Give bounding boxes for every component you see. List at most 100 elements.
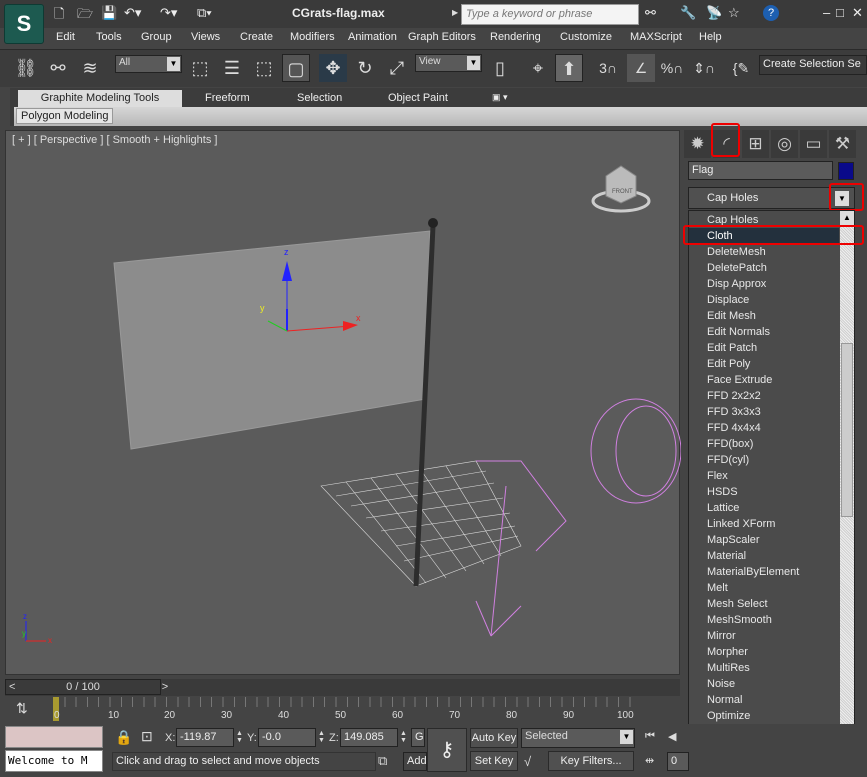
favorites-star-icon[interactable]: ☆ — [728, 5, 740, 21]
select-and-move-icon[interactable]: ✥ — [319, 54, 347, 82]
menu-customize[interactable]: Customize — [560, 31, 612, 43]
object-name-field[interactable]: Flag — [688, 161, 833, 180]
open-file-icon[interactable]: 🗁 — [77, 5, 93, 27]
modifier-item[interactable]: Edit Poly — [707, 356, 750, 372]
list-scrollbar[interactable]: ▲ ▼ — [840, 211, 854, 772]
modifier-list[interactable]: PathDeformPatchDeformPatch SelectOptimiz… — [688, 210, 855, 773]
help-icon[interactable]: ? — [763, 5, 779, 21]
set-key-button[interactable]: Set Key — [470, 751, 518, 771]
set-key-icon[interactable]: ⚷ — [427, 728, 467, 772]
motion-panel-icon[interactable]: ◎ — [771, 130, 798, 158]
app-menu-button[interactable]: S — [4, 4, 44, 44]
keyboard-shortcut-override-icon[interactable]: ⬆ — [555, 54, 583, 82]
mini-curve-editor-icon[interactable]: ⇅ — [16, 700, 28, 717]
modifier-item[interactable]: Noise — [707, 676, 735, 692]
modifier-item[interactable]: Melt — [707, 580, 728, 596]
modifier-item[interactable]: FFD 4x4x4 — [707, 420, 761, 436]
modifier-item[interactable]: Edit Normals — [707, 324, 770, 340]
previous-key-icon[interactable]: ◀ — [668, 730, 676, 743]
tab-selection[interactable]: Selection — [297, 90, 342, 106]
manipulate-icon[interactable]: ⌖ — [524, 54, 552, 82]
modifier-item[interactable]: Mirror — [707, 628, 736, 644]
auto-key-button[interactable]: Auto Key — [470, 728, 518, 748]
menu-tools[interactable]: Tools — [96, 31, 122, 43]
satellite-icon[interactable]: 📡 — [706, 5, 722, 21]
grid-field[interactable]: G — [411, 728, 425, 747]
maxscript-listener-macro[interactable] — [5, 726, 103, 748]
named-selection-sets-field[interactable]: Create Selection Se — [759, 55, 867, 75]
select-and-scale-icon[interactable]: ⤢ — [383, 54, 411, 82]
modifier-item[interactable]: FFD 3x3x3 — [707, 404, 761, 420]
modifier-item[interactable]: Edit Patch — [707, 340, 757, 356]
maxscript-listener-input[interactable]: Welcome to M — [5, 750, 103, 772]
menu-modifiers[interactable]: Modifiers — [290, 31, 335, 43]
polygon-modeling-panel[interactable]: Polygon Modeling — [16, 108, 114, 124]
search-input[interactable]: Type a keyword or phrase — [461, 4, 639, 25]
project-folder-icon[interactable]: ⧉▾ — [197, 5, 212, 21]
utilities-hammer-icon[interactable]: ⚒ — [829, 130, 856, 158]
prev-frame-icon[interactable]: < — [9, 680, 15, 694]
redo-icon[interactable]: ↷▾ — [160, 5, 177, 21]
tab-object-paint[interactable]: Object Paint — [388, 90, 448, 106]
key-filters-button[interactable]: Key Filters... — [548, 751, 634, 771]
track-bar[interactable]: 0 10 20 30 40 50 60 70 80 90 100 — [53, 697, 635, 722]
modifier-item[interactable]: HSDS — [707, 484, 738, 500]
key-mode-toggle-icon[interactable]: ⇹ — [645, 754, 654, 767]
current-frame-field[interactable]: 0 — [667, 752, 689, 771]
modifier-item[interactable]: Flex — [707, 468, 728, 484]
modifier-item[interactable]: Lattice — [707, 500, 739, 516]
menu-views[interactable]: Views — [191, 31, 220, 43]
absolute-mode-icon[interactable]: ⊡ — [141, 728, 153, 745]
menu-help[interactable]: Help — [699, 31, 722, 43]
close-icon[interactable]: ✕ — [852, 5, 863, 21]
percent-snap-icon[interactable]: %∩ — [658, 54, 686, 82]
x-spinner-icon[interactable]: ▲ ▼ — [236, 730, 243, 744]
search-expand-icon[interactable]: ▶ — [452, 8, 458, 17]
z-coordinate-field[interactable]: 149.085 — [340, 728, 398, 747]
minimize-icon[interactable]: – — [823, 5, 830, 20]
modifier-item[interactable]: Material — [707, 548, 746, 564]
modifier-item[interactable]: Disp Approx — [707, 276, 766, 292]
modifier-item[interactable]: FFD 2x2x2 — [707, 388, 761, 404]
modifier-item[interactable]: DeleteMesh — [707, 244, 766, 260]
modifier-item[interactable]: Linked XForm — [707, 516, 775, 532]
select-and-rotate-icon[interactable]: ↻ — [351, 54, 379, 82]
modifier-item[interactable]: FFD(box) — [707, 436, 753, 452]
scrollbar-thumb[interactable] — [841, 343, 853, 517]
undo-icon[interactable]: ↶▾ — [124, 5, 141, 21]
menu-maxscript[interactable]: MAXScript — [630, 31, 682, 43]
modifier-item[interactable]: DeletePatch — [707, 260, 767, 276]
bind-space-warp-icon[interactable]: ≋ — [76, 54, 104, 82]
unlink-icon[interactable]: ⚯ — [44, 54, 72, 82]
menu-group[interactable]: Group — [141, 31, 172, 43]
key-mode-dropdown[interactable]: Selected ▼ — [521, 728, 635, 748]
spinner-snap-icon[interactable]: ⇕∩ — [690, 54, 718, 82]
menu-rendering[interactable]: Rendering — [490, 31, 541, 43]
y-coordinate-field[interactable]: -0.0 — [258, 728, 316, 747]
scroll-up-icon[interactable]: ▲ — [840, 211, 854, 225]
modifier-item[interactable]: MapScaler — [707, 532, 760, 548]
maximize-icon[interactable]: □ — [836, 5, 844, 20]
default-tangent-icon[interactable]: √ — [524, 754, 531, 769]
next-frame-icon[interactable]: > — [158, 680, 172, 694]
ribbon-options-icon[interactable]: ▣ ▾ — [492, 90, 508, 105]
edit-named-selection-icon[interactable]: {✎ — [727, 54, 755, 82]
modifier-item[interactable]: Edit Mesh — [707, 308, 756, 324]
menu-animation[interactable]: Animation — [348, 31, 397, 43]
select-and-link-icon[interactable]: ⛓ — [12, 54, 40, 82]
menu-create[interactable]: Create — [240, 31, 273, 43]
time-slider[interactable]: < 0 / 100 > — [5, 679, 168, 695]
modifier-item[interactable]: Morpher — [707, 644, 748, 660]
key-icon[interactable]: 🔧 — [680, 5, 696, 21]
modifier-item[interactable]: Mesh Select — [707, 596, 768, 612]
pivot-center-icon[interactable]: ▯ — [486, 54, 514, 82]
add-time-tag[interactable]: Add — [403, 752, 427, 771]
binoculars-icon[interactable]: ⚯ — [645, 5, 656, 21]
selection-filter-dropdown[interactable]: All ▼ — [115, 55, 182, 73]
modifier-item[interactable]: Face Extrude — [707, 372, 772, 388]
perspective-viewport[interactable]: [ + ] [ Perspective ] [ Smooth + Highlig… — [5, 130, 681, 675]
save-icon[interactable]: 💾 — [101, 5, 117, 21]
select-by-name-icon[interactable]: ☰ — [218, 54, 246, 82]
new-file-icon[interactable]: 🗋 — [54, 5, 64, 27]
modifier-item[interactable]: MeshSmooth — [707, 612, 772, 628]
